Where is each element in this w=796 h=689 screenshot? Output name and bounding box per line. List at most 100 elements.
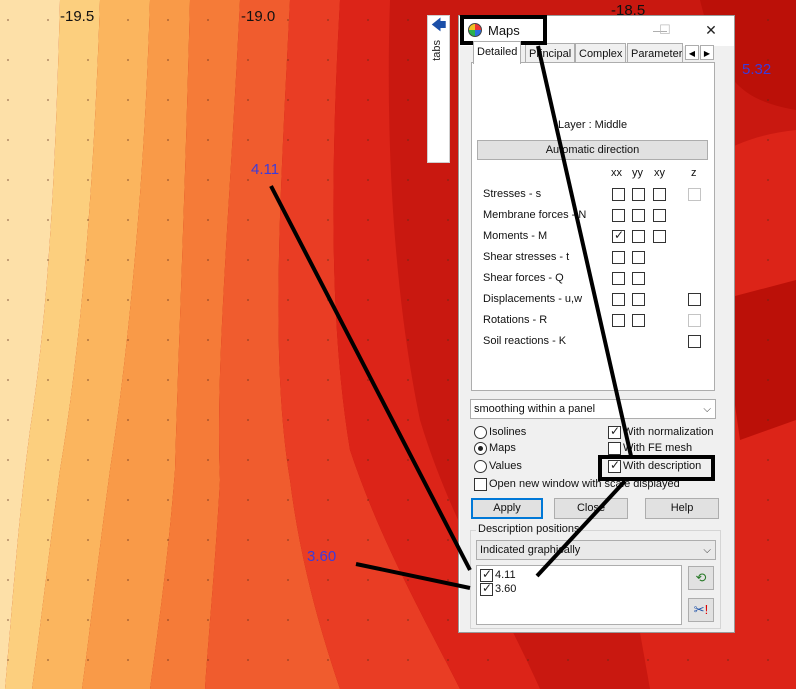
checkbox-moments-xy[interactable] — [653, 230, 666, 243]
grid-dot — [367, 539, 369, 541]
close-button[interactable]: Close — [554, 498, 628, 519]
radio-values[interactable] — [474, 460, 487, 473]
grid-dot — [7, 99, 9, 101]
grid-dot — [767, 579, 769, 581]
tab-scroll-right-button[interactable]: ▶ — [700, 45, 714, 60]
grid-dot — [767, 419, 769, 421]
grid-dot — [287, 619, 289, 621]
grid-dot — [47, 299, 49, 301]
grid-dot — [327, 99, 329, 101]
close-window-button[interactable]: ✕ — [698, 20, 724, 40]
delete-positions-button[interactable]: ✂! — [688, 598, 714, 622]
grid-dot — [247, 619, 249, 621]
grid-dot — [407, 219, 409, 221]
grid-dot — [127, 579, 129, 581]
chevron-down-icon: ⌵ — [703, 545, 711, 556]
column-header-xy: xy — [654, 167, 665, 179]
apply-button[interactable]: Apply — [471, 498, 543, 519]
checkbox-soil-reactions-z[interactable] — [688, 335, 701, 348]
checkbox-membrane-xy[interactable] — [653, 209, 666, 222]
grid-dot — [207, 579, 209, 581]
checkbox-displacements-z[interactable] — [688, 293, 701, 306]
checkbox-rotations-yy[interactable] — [632, 314, 645, 327]
grid-dot — [407, 459, 409, 461]
checkbox-moments-xx[interactable]: ✓ — [612, 228, 625, 243]
grid-dot — [487, 659, 489, 661]
with-fe-mesh-checkbox[interactable] — [608, 442, 621, 455]
checkbox-stresses-xx[interactable] — [612, 188, 625, 201]
grid-dot — [607, 659, 609, 661]
column-header-z: z — [691, 167, 697, 179]
checkbox-stresses-yy[interactable] — [632, 188, 645, 201]
grid-dot — [727, 659, 729, 661]
grid-dot — [207, 659, 209, 661]
grid-dot — [7, 499, 9, 501]
grid-dot — [327, 339, 329, 341]
check-mark-icon: ✓ — [614, 228, 625, 242]
grid-dot — [407, 299, 409, 301]
grid-dot — [327, 179, 329, 181]
grid-dot — [167, 259, 169, 261]
grid-dot — [447, 299, 449, 301]
grid-dot — [407, 499, 409, 501]
grid-dot — [127, 299, 129, 301]
arrow-left-icon[interactable]: 🡄 — [431, 18, 447, 34]
description-mode-select[interactable]: Indicated graphically ⌵ — [476, 540, 716, 560]
grid-dot — [47, 259, 49, 261]
grid-dot — [167, 379, 169, 381]
checkbox-shear-forces-xx[interactable] — [612, 272, 625, 285]
grid-dot — [367, 99, 369, 101]
checkbox-membrane-yy[interactable] — [632, 209, 645, 222]
grid-dot — [767, 139, 769, 141]
radio-isolines[interactable] — [474, 426, 487, 439]
checkbox-displacements-yy[interactable] — [632, 293, 645, 306]
description-item-checkbox[interactable]: ✓ — [480, 581, 493, 596]
checkbox-rotations-z[interactable] — [688, 314, 701, 327]
checkbox-displacements-xx[interactable] — [612, 293, 625, 306]
grid-dot — [167, 19, 169, 21]
radio-maps[interactable] — [474, 442, 487, 455]
smoothing-select[interactable]: smoothing within a panel ⌵ — [470, 399, 716, 419]
grid-dot — [247, 179, 249, 181]
with-normalization-checkbox[interactable]: ✓ — [608, 424, 621, 439]
side-tabs-panel[interactable]: 🡄 tabs — [427, 15, 450, 163]
grid-dot — [47, 539, 49, 541]
tab-parameter[interactable]: Parameter — [627, 43, 683, 63]
checkbox-stresses-z[interactable] — [688, 188, 701, 201]
automatic-direction-button[interactable]: Automatic direction — [477, 140, 708, 160]
checkbox-moments-yy[interactable] — [632, 230, 645, 243]
grid-dot — [207, 139, 209, 141]
grid-dot — [327, 139, 329, 141]
grid-dot — [327, 579, 329, 581]
grid-dot — [47, 659, 49, 661]
grid-dot — [207, 259, 209, 261]
refresh-button[interactable]: ⟲ — [688, 566, 714, 590]
tab-scroll-left-button[interactable]: ◀ — [685, 45, 699, 60]
tab-detailed[interactable]: Detailed — [473, 41, 522, 64]
grid-dot — [767, 499, 769, 501]
maximize-button[interactable]: ☐ — [652, 20, 678, 40]
checkbox-membrane-xx[interactable] — [612, 209, 625, 222]
tab-principal[interactable]: Principal — [525, 43, 576, 63]
grid-dot — [287, 459, 289, 461]
grid-dot — [247, 219, 249, 221]
grid-dot — [207, 219, 209, 221]
grid-dot — [287, 539, 289, 541]
checkbox-shear-forces-yy[interactable] — [632, 272, 645, 285]
checkbox-rotations-xx[interactable] — [612, 314, 625, 327]
layer-label: Layer : Middle — [558, 119, 628, 131]
grid-dot — [767, 539, 769, 541]
grid-dot — [407, 539, 409, 541]
tab-complex[interactable]: Complex — [575, 43, 627, 63]
checkbox-shear-stresses-yy[interactable] — [632, 251, 645, 264]
with-description-checkbox[interactable]: ✓ — [608, 458, 621, 473]
help-button[interactable]: Help — [645, 498, 719, 519]
open-new-window-checkbox[interactable] — [474, 478, 487, 491]
grid-dot — [407, 19, 409, 21]
list-item[interactable]: 3.60 — [495, 583, 516, 595]
list-item[interactable]: 4.11 — [495, 569, 516, 581]
description-positions-list[interactable]: ✓ 4.11 ✓ 3.60 — [476, 565, 682, 625]
checkbox-stresses-xy[interactable] — [653, 188, 666, 201]
checkbox-shear-stresses-xx[interactable] — [612, 251, 625, 264]
grid-dot — [767, 19, 769, 21]
